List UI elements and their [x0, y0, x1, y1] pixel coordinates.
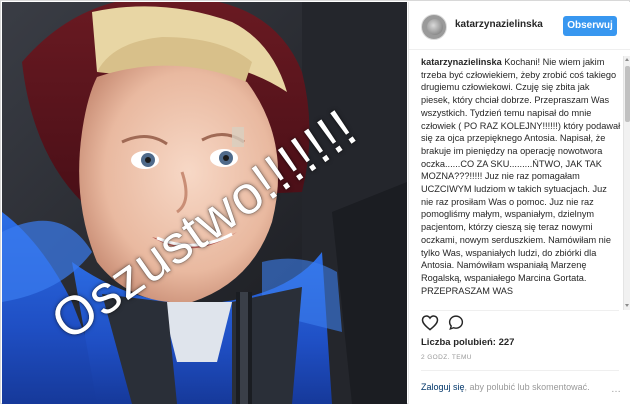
scroll-up-arrow-icon[interactable] — [625, 58, 629, 61]
divider — [421, 370, 619, 371]
comment-icon[interactable] — [447, 314, 465, 336]
login-prompt-text: , aby polubić lub skomentować. — [464, 382, 590, 392]
post-side-panel: katarzynazielinska Obserwuj katarzynazie… — [408, 2, 630, 404]
divider — [421, 310, 619, 311]
avatar[interactable] — [421, 14, 447, 40]
caption-scroll-area[interactable]: katarzynazielinska Kochani! Nie wiem jak… — [421, 56, 621, 308]
post-photo[interactable]: Oszustwo!!!!!!! — [2, 2, 407, 404]
more-options-icon[interactable]: … — [611, 384, 622, 395]
caption-author-link[interactable]: katarzynazielinska — [421, 57, 502, 67]
caption-text: Kochani! Nie wiem jakim trzeba być człow… — [421, 57, 621, 296]
login-prompt: Zaloguj się, aby polubić lub skomentować… — [421, 382, 590, 392]
scroll-thumb[interactable] — [625, 66, 630, 122]
instagram-post-embed: Oszustwo!!!!!!! katarzynazielinska Obser… — [0, 0, 630, 404]
login-link[interactable]: Zaloguj się — [421, 382, 465, 392]
follow-button[interactable]: Obserwuj — [563, 16, 617, 36]
avatar-image — [427, 19, 443, 35]
caption: katarzynazielinska Kochani! Nie wiem jak… — [421, 56, 621, 297]
post-timestamp[interactable]: 2 GODZ. TEMU — [421, 354, 472, 361]
heart-icon[interactable] — [421, 314, 439, 336]
caption-scrollbar[interactable] — [623, 56, 630, 310]
username-link[interactable]: katarzynazielinska — [455, 19, 543, 30]
post-header: katarzynazielinska Obserwuj — [409, 2, 630, 50]
likes-count[interactable]: Liczba polubień: 227 — [421, 337, 514, 348]
scroll-down-arrow-icon[interactable] — [625, 304, 629, 307]
